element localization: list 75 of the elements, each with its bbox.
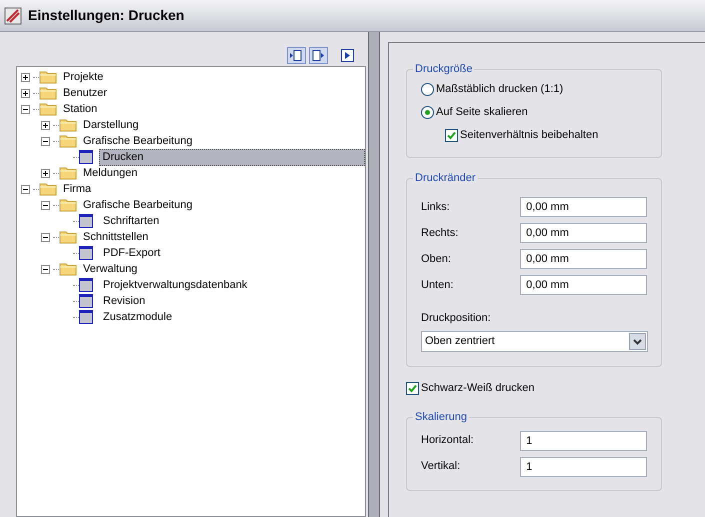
folder-icon <box>39 182 57 196</box>
expand-icon[interactable] <box>21 88 30 98</box>
tree-item[interactable]: Grafische Bearbeitung <box>79 132 196 150</box>
collapse-icon[interactable] <box>41 200 50 210</box>
panel-arrow-icon <box>312 50 325 60</box>
folder-icon <box>59 230 77 244</box>
tree-item[interactable]: Meldungen <box>79 164 142 182</box>
play-icon <box>344 52 351 58</box>
page-icon <box>79 278 93 292</box>
expand-tree-button[interactable] <box>287 46 306 64</box>
collapse-icon[interactable] <box>41 136 50 146</box>
field-label: Oben: <box>421 252 452 267</box>
tree-item[interactable]: Drucken <box>98 148 365 166</box>
play-button[interactable] <box>341 48 354 62</box>
folder-icon <box>59 198 77 212</box>
tree-item[interactable]: Benutzer <box>59 84 112 102</box>
tree-item[interactable]: Station <box>59 100 102 118</box>
page-icon <box>78 150 93 164</box>
tree-item[interactable]: Darstellung <box>79 116 143 134</box>
tree-item[interactable]: Projekte <box>59 68 108 86</box>
collapse-icon[interactable] <box>41 232 50 242</box>
folder-icon <box>59 166 77 180</box>
radio-label: Maßstäblich drucken (1:1) <box>436 82 564 98</box>
collapse-icon[interactable] <box>21 104 30 114</box>
field-label: Rechts: <box>421 226 460 241</box>
tree-item[interactable]: Grafische Bearbeitung <box>79 196 196 214</box>
field-label: Vertikal: <box>421 459 462 474</box>
tree-item[interactable]: Verwaltung <box>79 260 142 278</box>
collapse-icon[interactable] <box>21 184 30 194</box>
field-label: Horizontal: <box>421 433 475 448</box>
tree-item[interactable]: Zusatzmodule <box>99 308 176 326</box>
folder-icon <box>59 118 77 132</box>
tree-item[interactable]: PDF-Export <box>99 244 164 262</box>
input-field[interactable]: 0,00 mm <box>520 197 647 217</box>
window-title: Einstellungen: Drucken <box>28 6 184 25</box>
radio-label: Auf Seite skalieren <box>436 105 528 120</box>
field-label: Unten: <box>421 278 454 293</box>
tree-item[interactable]: Projektverwaltungsdatenbank <box>99 276 252 294</box>
checkbox-label: Seitenverhältnis beibehalten <box>460 128 598 144</box>
field-label: Links: <box>421 200 451 215</box>
tree-item[interactable]: Schnittstellen <box>79 228 152 246</box>
folder-icon <box>59 262 77 276</box>
input-field[interactable]: 1 <box>520 456 647 476</box>
tree-item[interactable]: Firma <box>59 180 96 198</box>
checkbox[interactable] <box>445 129 458 142</box>
page-icon <box>79 214 93 228</box>
page-icon <box>79 310 93 324</box>
checkmark-icon <box>408 384 417 393</box>
tree-item[interactable]: Revision <box>99 292 150 310</box>
page-icon <box>79 294 93 308</box>
folder-icon <box>39 70 57 84</box>
checkbox[interactable] <box>406 382 419 395</box>
collapse-icon[interactable] <box>41 264 50 274</box>
expand-icon[interactable] <box>41 120 50 130</box>
collapse-tree-button[interactable] <box>309 46 328 64</box>
folder-icon <box>39 102 57 116</box>
expand-icon[interactable] <box>21 72 30 82</box>
checkmark-icon <box>447 131 456 140</box>
arrow-panel-icon <box>290 50 303 60</box>
input-field[interactable]: 0,00 mm <box>520 223 647 243</box>
checkbox-label: Schwarz-Weiß drucken <box>421 381 534 396</box>
field-label: Druckposition: <box>421 311 492 326</box>
input-field[interactable]: 0,00 mm <box>520 249 647 269</box>
folder-icon <box>39 86 57 100</box>
group-title: Druckgröße <box>413 61 474 78</box>
input-field[interactable]: 1 <box>520 430 647 450</box>
tree-item[interactable]: Schriftarten <box>99 212 164 230</box>
radio-button[interactable] <box>421 83 434 96</box>
dropdown[interactable]: Oben zentriert <box>421 330 648 352</box>
page-icon <box>79 246 93 260</box>
folder-icon <box>59 134 77 148</box>
input-field[interactable]: 0,00 mm <box>520 275 647 295</box>
app-icon <box>4 6 22 24</box>
expand-icon[interactable] <box>41 168 50 178</box>
radio-button[interactable] <box>421 106 434 119</box>
